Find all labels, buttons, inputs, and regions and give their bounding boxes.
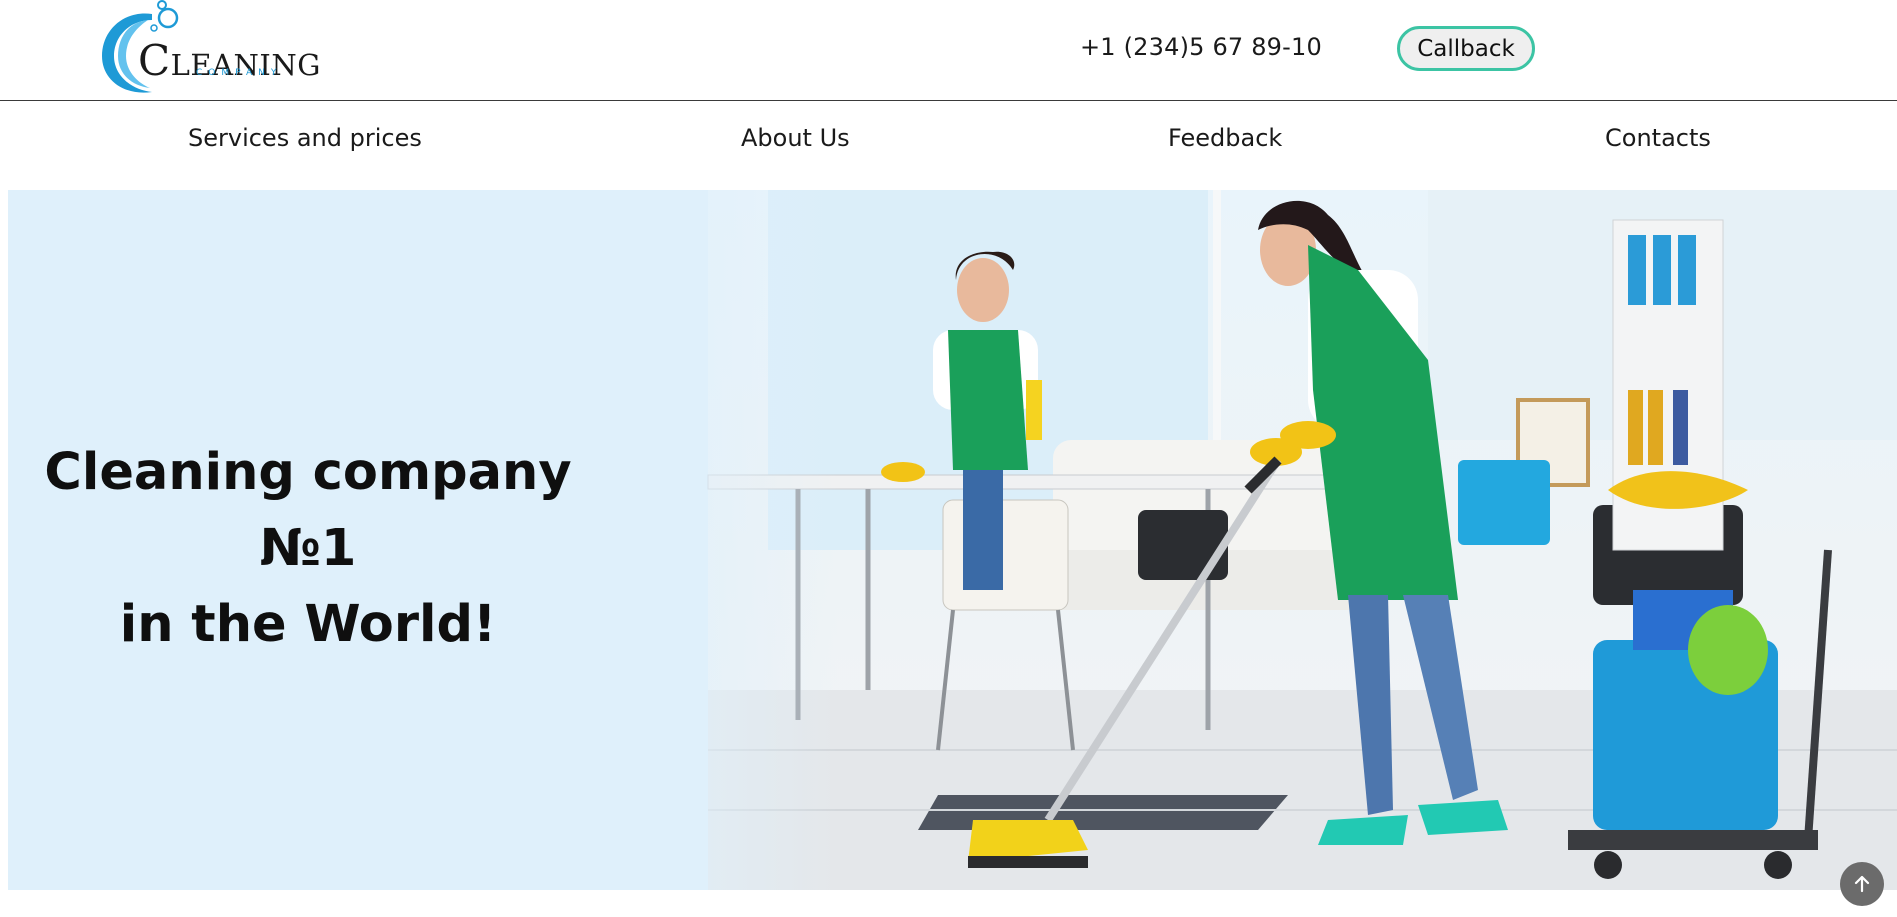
nav-item-about-us[interactable]: About Us — [741, 124, 850, 152]
hero-title-line-1: Cleaning company №1 — [44, 443, 572, 578]
site-header: CLEANING COMPANY +1 (234)5 67 89-10 Call… — [0, 0, 1897, 101]
logo-initial: C — [138, 36, 171, 85]
hero-title: Cleaning company №1 in the World! — [8, 435, 608, 663]
logo-subtitle: COMPANY — [196, 68, 283, 78]
arrow-up-icon — [1854, 875, 1870, 893]
callback-button[interactable]: Callback — [1397, 26, 1535, 71]
main-navigation: Services and prices About Us Feedback Co… — [0, 102, 1897, 188]
nav-item-feedback[interactable]: Feedback — [1168, 124, 1282, 152]
company-logo[interactable]: CLEANING COMPANY — [94, 0, 320, 100]
scroll-to-top-button[interactable] — [1840, 862, 1884, 906]
nav-item-contacts[interactable]: Contacts — [1605, 124, 1711, 152]
nav-item-services-and-prices[interactable]: Services and prices — [188, 124, 422, 152]
hero-title-line-2: in the World! — [119, 595, 497, 654]
hero-banner: Cleaning company №1 in the World! — [8, 190, 1897, 890]
phone-number-link[interactable]: +1 (234)5 67 89-10 — [1080, 33, 1322, 61]
hero-fade-overlay — [608, 190, 838, 890]
